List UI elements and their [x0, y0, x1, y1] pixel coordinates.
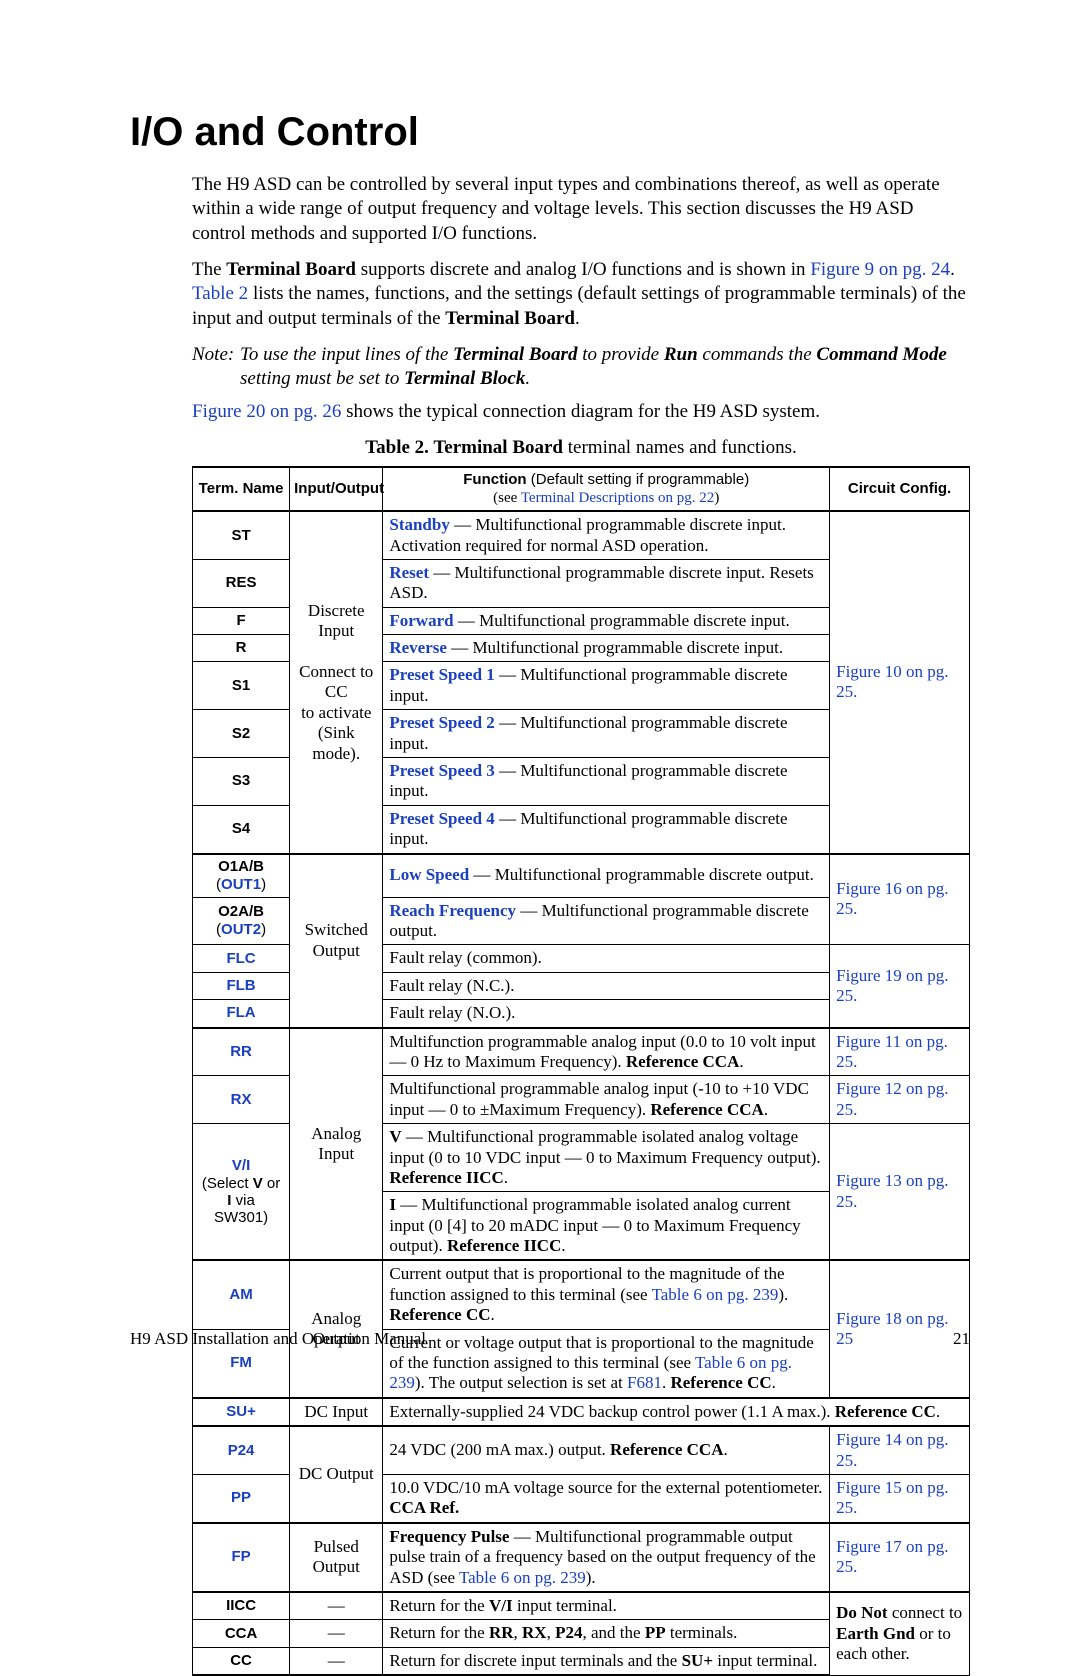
link-figure-14[interactable]: Figure 14 on pg. 25.	[836, 1430, 948, 1469]
intro-paragraph-3: Figure 20 on pg. 26 shows the typical co…	[192, 400, 970, 424]
table-row: IICC — Return for the V/I input terminal…	[193, 1592, 970, 1620]
table-row: SU+ DC Input Externally-supplied 24 VDC …	[193, 1398, 970, 1426]
table-row: ST Discrete Input Connect to CC to activ…	[193, 511, 970, 559]
link-figure-10[interactable]: Figure 10 on pg. 25.	[836, 662, 948, 701]
th-term-name: Term. Name	[193, 467, 290, 511]
intro-paragraph-2: The Terminal Board supports discrete and…	[192, 258, 970, 331]
table-row: FP Pulsed Output Frequency Pulse — Multi…	[193, 1523, 970, 1592]
th-function: Function (Default setting if programmabl…	[383, 467, 830, 511]
intro-paragraph-1: The H9 ASD can be controlled by several …	[192, 173, 970, 246]
link-figure-15[interactable]: Figure 15 on pg. 25.	[836, 1478, 948, 1517]
link-figure-20[interactable]: Figure 20 on pg. 26	[192, 401, 341, 422]
th-io: Input/Output	[290, 467, 383, 511]
page-title: I/O and Control	[130, 110, 970, 155]
terminal-board-table: Term. Name Input/Output Function (Defaul…	[192, 466, 970, 1676]
link-figure-13[interactable]: Figure 13 on pg. 25.	[836, 1171, 948, 1210]
link-figure-11[interactable]: Figure 11 on pg. 25.	[836, 1032, 948, 1071]
link-figure-17[interactable]: Figure 17 on pg. 25.	[836, 1537, 948, 1576]
table-row: AM Analog Output Current output that is …	[193, 1260, 970, 1329]
th-circuit-config: Circuit Config.	[830, 467, 970, 511]
table-caption: Table 2. Terminal Board terminal names a…	[192, 436, 970, 460]
table-row: RR Analog Input Multifunction programmab…	[193, 1028, 970, 1076]
table-row: P24 DC Output 24 VDC (200 mA max.) outpu…	[193, 1426, 970, 1474]
link-table-2[interactable]: Table 2	[192, 283, 248, 304]
link-f681[interactable]: F681	[627, 1373, 662, 1392]
page-number: 21	[953, 1329, 970, 1349]
link-figure-9[interactable]: Figure 9 on pg. 24	[810, 259, 950, 280]
link-table-6a[interactable]: Table 6 on pg. 239	[652, 1285, 779, 1304]
page-footer: H9 ASD Installation and Operation Manual…	[130, 1329, 970, 1349]
link-terminal-descriptions[interactable]: Terminal Descriptions on pg. 22	[521, 490, 715, 506]
table-header-row: Term. Name Input/Output Function (Defaul…	[193, 467, 970, 511]
link-figure-19[interactable]: Figure 19 on pg. 25.	[836, 966, 948, 1005]
link-figure-16[interactable]: Figure 16 on pg. 25.	[836, 879, 948, 918]
link-figure-12[interactable]: Figure 12 on pg. 25.	[836, 1079, 948, 1118]
footer-title: H9 ASD Installation and Operation Manual	[130, 1329, 426, 1349]
note: Note: To use the input lines of the Term…	[192, 343, 970, 392]
link-table-6c[interactable]: Table 6 on pg. 239	[459, 1568, 586, 1587]
table-row: O1A/B (OUT1) Switched Output Low Speed —…	[193, 854, 970, 898]
